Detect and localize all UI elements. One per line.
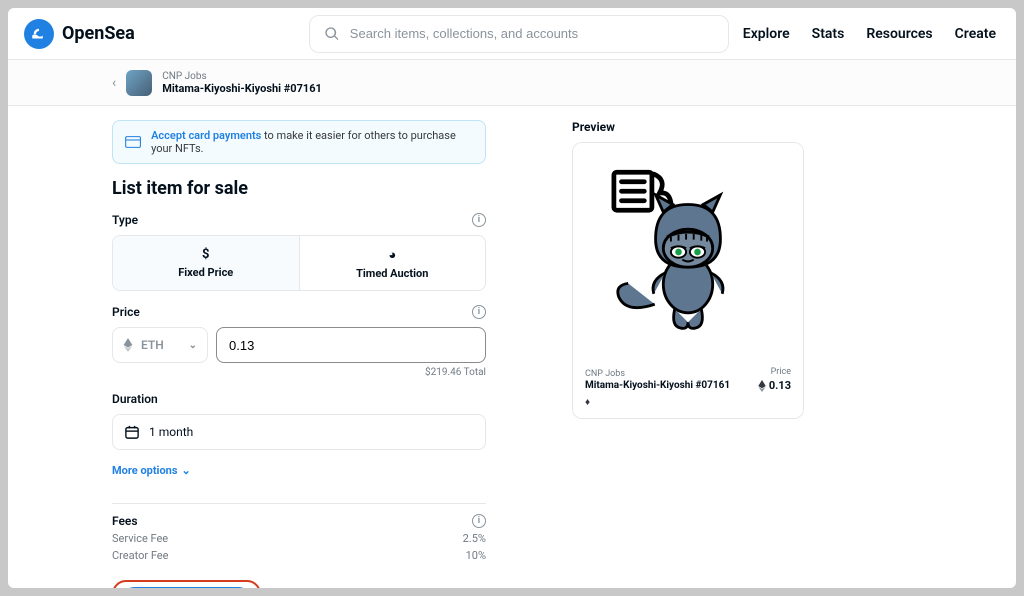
search-icon	[324, 26, 340, 42]
info-icon[interactable]: i	[472, 305, 486, 319]
dollar-icon: $	[202, 247, 209, 262]
type-timed-auction[interactable]: ◕ Timed Auction	[300, 236, 486, 290]
type-fixed-label: Fixed Price	[178, 266, 233, 279]
nav-explore[interactable]: Explore	[743, 26, 790, 42]
price-label: Price	[112, 305, 140, 319]
nav-create[interactable]: Create	[955, 26, 996, 42]
preview-label: Preview	[572, 120, 804, 134]
complete-listing-button[interactable]: Complete listing	[124, 587, 249, 588]
creator-fee-value: 10%	[466, 549, 486, 562]
type-fixed-price[interactable]: $ Fixed Price	[113, 236, 300, 290]
preview-price-label: Price	[771, 367, 791, 377]
page-title: List item for sale	[112, 178, 486, 199]
preview-image	[573, 143, 803, 361]
price-total: $219.46 Total	[112, 367, 486, 378]
info-icon[interactable]: i	[472, 213, 486, 227]
fees-label: Fees	[112, 514, 138, 528]
eth-icon: ♦	[585, 391, 791, 408]
creator-fee-label: Creator Fee	[112, 549, 168, 562]
credit-card-icon	[125, 135, 141, 149]
item-thumbnail	[126, 70, 152, 96]
opensea-logo-icon	[24, 19, 54, 49]
service-fee-label: Service Fee	[112, 532, 168, 545]
banner-link[interactable]: Accept card payments	[151, 129, 261, 142]
duration-select[interactable]: 1 month	[112, 414, 486, 450]
card-payments-banner[interactable]: Accept card payments to make it easier f…	[112, 120, 486, 164]
type-auction-label: Timed Auction	[356, 267, 428, 280]
chevron-down-icon: ⌄	[182, 464, 191, 477]
type-label: Type	[112, 213, 138, 227]
brand[interactable]: OpenSea	[24, 19, 135, 49]
divider	[112, 503, 486, 504]
more-options-toggle[interactable]: More options ⌄	[112, 464, 486, 477]
breadcrumb-item: Mitama-Kiyoshi-Kiyoshi #07161	[162, 82, 322, 95]
nav-resources[interactable]: Resources	[866, 26, 932, 42]
price-input[interactable]	[216, 327, 486, 363]
preview-collection: CNP Jobs	[585, 369, 791, 379]
breadcrumb-collection: CNP Jobs	[162, 71, 322, 82]
preview-price-value: 0.13	[769, 379, 791, 392]
clock-icon: ◕	[388, 247, 396, 263]
back-chevron-icon[interactable]: ‹	[112, 75, 116, 91]
currency-label: ETH	[141, 338, 164, 352]
duration-value: 1 month	[149, 425, 193, 439]
duration-label: Duration	[112, 392, 158, 406]
calendar-icon	[125, 425, 139, 439]
search-box[interactable]	[309, 15, 729, 53]
info-icon[interactable]: i	[472, 514, 486, 528]
eth-icon	[758, 380, 766, 392]
chevron-down-icon: ⌄	[189, 340, 197, 351]
nav-stats[interactable]: Stats	[812, 26, 845, 42]
eth-icon	[123, 338, 133, 352]
search-input[interactable]	[350, 26, 714, 41]
currency-select[interactable]: ETH ⌄	[112, 327, 208, 363]
service-fee-value: 2.5%	[463, 532, 486, 545]
brand-name: OpenSea	[62, 23, 135, 44]
cta-highlight: Complete listing	[112, 580, 261, 588]
preview-card: CNP Jobs Mitama-Kiyoshi-Kiyoshi #07161 P…	[572, 142, 804, 419]
